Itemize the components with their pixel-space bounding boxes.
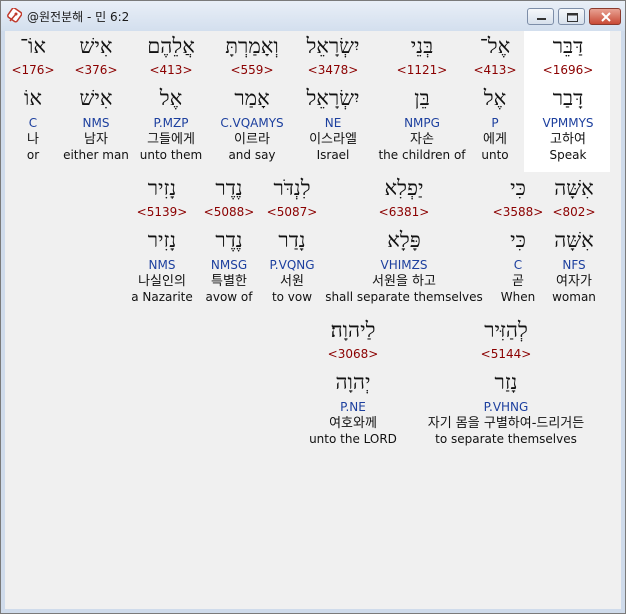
word-morph: C [28,116,38,130]
word-strong: <5139> [136,205,188,219]
word-strong: <3068> [327,347,379,361]
app-logo-icon [6,7,23,24]
word-column[interactable]: לַיהוָה׃ <3068> יְהוָה P.NE 여호와께 unto the LOR… [253,317,453,447]
window-title: @원전분해 - 민 6:2 [27,10,130,24]
word-column[interactable]: אוֹ־ <176> אוֹ C 나 or [0,33,133,163]
word-morph: P.NE [340,400,366,414]
app-window: @원전분해 - 민 6:2 דַּבֵּר <1696> דָּבַר VPMMYS 고… [0,0,626,614]
minimize-button[interactable] [527,8,554,25]
title-bar[interactable]: @원전분해 - 민 6:2 [1,1,625,31]
word-lemma: יְהוָה [335,370,371,394]
word-heb: נָזִיר [147,176,177,200]
word-eng: a Nazarite [131,290,193,304]
word-heb: אוֹ־ [19,34,46,58]
minimize-icon [537,18,546,20]
close-button[interactable] [589,8,621,25]
word-kor: 나 [27,132,39,147]
word-lemma: אוֹ [24,86,42,110]
maximize-button[interactable] [558,8,585,25]
maximize-icon [567,13,578,22]
word-morph: NMS [148,258,176,272]
window-frame-bottom [1,609,625,613]
word-kor: 나실인의 [138,274,186,289]
word-eng: unto the LORD [309,432,397,446]
word-kor: 여호와께 [329,416,377,431]
close-icon [601,12,611,22]
word-eng: or [26,148,40,162]
window-frame-right [623,31,625,613]
word-lemma: נָזִיר [147,228,177,252]
word-column[interactable]: נָזִיר <5139> נָזִיר NMS 나실인의 a Nazarite [62,175,262,305]
word-heb: לַיהוָה׃ [330,318,376,342]
interlinear-panel: דַּבֵּר <1696> דָּבַר VPMMYS 고하여 Speak אֶל־ <41… [5,31,621,609]
word-strong: <176> [11,63,55,77]
